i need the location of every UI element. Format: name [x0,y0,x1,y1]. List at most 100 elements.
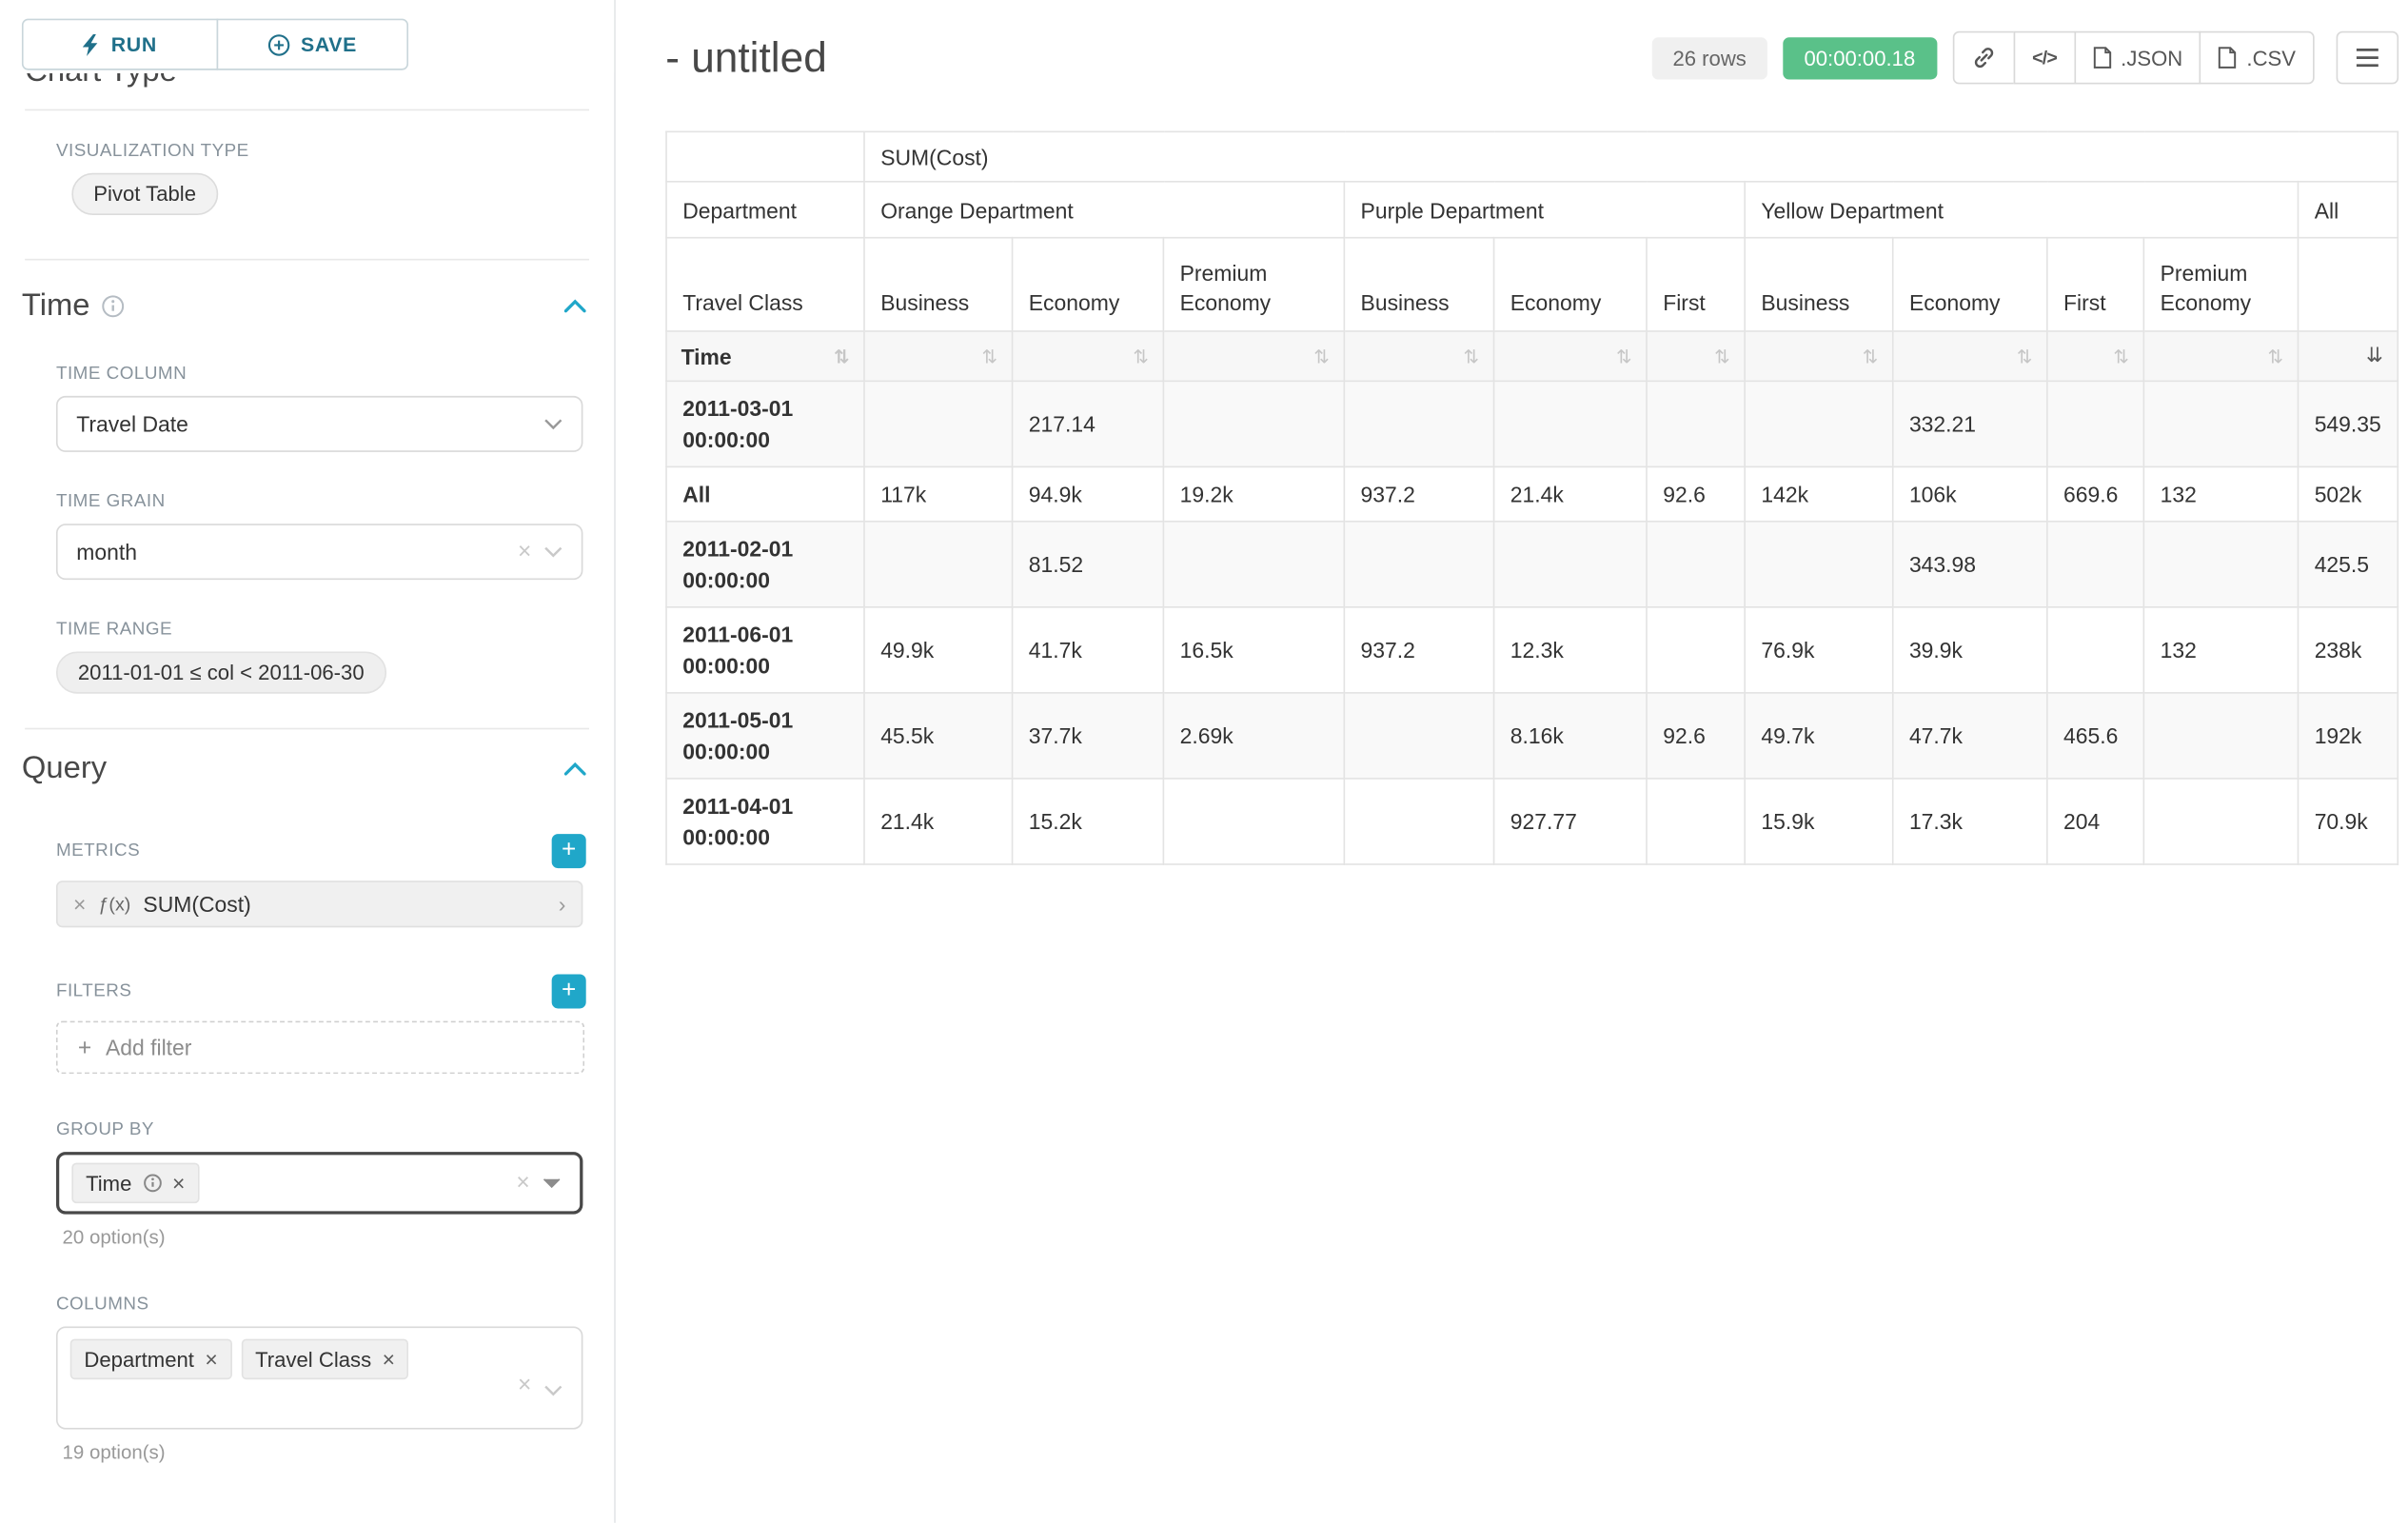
sort-cell: ⇅ [2143,331,2298,381]
table-cell: 192k [2298,693,2398,779]
table-cell: 132 [2143,466,2298,521]
collapse-section-icon[interactable] [564,299,586,313]
file-icon [2093,47,2112,69]
sort-icon[interactable]: ⇅ [2113,346,2128,366]
class-header-cell: First [2047,238,2144,331]
chevron-down-icon [543,1177,562,1189]
time-grain-select[interactable]: month × [56,524,582,580]
collapse-section-icon[interactable] [564,762,586,777]
metrics-label: METRICS [56,841,140,860]
sort-icon[interactable]: ⇅ [1863,346,1878,366]
save-button[interactable]: SAVE [217,19,408,70]
table-cell [2143,522,2298,607]
table-cell: 204 [2047,779,2144,864]
travel-class-header-cell: Travel Class [666,238,864,331]
sort-cell: ⇅ [1745,331,1893,381]
sort-icon[interactable]: ⇅ [1313,346,1329,366]
sort-icon[interactable]: ⇅ [2267,346,2282,366]
columns-select[interactable]: Department × Travel Class × × [56,1327,582,1430]
code-icon: </> [2032,47,2057,69]
row-header: 2011-05-01 00:00:00 [666,693,864,779]
add-metric-button[interactable]: + [552,834,586,868]
sort-icon[interactable]: ⇅ [1714,346,1729,366]
department-header-cell: Department [666,182,864,238]
table-cell [1344,693,1493,779]
metric-value: SUM(Cost) [143,892,250,917]
clear-icon[interactable]: × [516,1170,529,1197]
short-link-button[interactable] [1953,31,2016,85]
save-label: SAVE [301,32,357,56]
run-button[interactable]: RUN [22,19,218,70]
columns-label: COLUMNS [56,1296,582,1315]
export-json-button[interactable]: .JSON [2074,31,2201,85]
remove-metric-icon[interactable]: × [73,892,86,917]
chevron-right-icon[interactable]: › [559,892,566,917]
visualization-type-chip[interactable]: Pivot Table [71,173,218,215]
sort-cell: ⇅ [1344,331,1493,381]
sort-icon[interactable]: ⇅ [1464,346,1479,366]
query-timer-badge: 00:00:00.18 [1783,36,1938,78]
metric-chip[interactable]: × ƒ(x) SUM(Cost) › [56,880,582,927]
chart-toolbar: 26 rows 00:00:00.18 </> [1652,31,2398,85]
sort-icon[interactable]: ⇅ [1616,346,1631,366]
column-chip[interactable]: Travel Class × [241,1339,408,1380]
class-header-cell: Economy [1893,238,2047,331]
time-section-title: Time [22,288,90,325]
add-filter-plus-button[interactable]: + [552,974,586,1008]
remove-chip-icon[interactable]: × [205,1348,217,1370]
column-info-icon [143,1174,162,1193]
sort-icon[interactable]: ⇅ [2017,346,2032,366]
sort-icon[interactable]: ⇅ [982,346,997,366]
clear-icon[interactable]: × [518,539,531,565]
menu-button[interactable] [2337,31,2399,85]
lightning-icon [83,33,100,55]
table-cell: 39.9k [1893,607,2047,693]
export-button-group: </> .JSON .CSV [1953,31,2315,85]
table-cell: 94.9k [1013,466,1164,521]
remove-chip-icon[interactable]: × [172,1172,185,1194]
visualization-type-label: VISUALIZATION TYPE [56,142,582,161]
table-cell: 17.3k [1893,779,2047,864]
table-cell: 76.9k [1745,607,1893,693]
sort-cell: ⇅ [1494,331,1647,381]
csv-label: .CSV [2246,46,2296,69]
sort-icon[interactable]: ⇅ [1133,346,1148,366]
table-cell [1745,522,1893,607]
table-cell: 2.69k [1163,693,1344,779]
sort-icon[interactable]: ⇅ [834,346,849,366]
table-cell [1494,381,1647,466]
row-header: 2011-04-01 00:00:00 [666,779,864,864]
control-panel: RUN SAVE Chart Type VISUALIZATION TYPE P… [0,0,616,1523]
table-cell [2143,693,2298,779]
table-cell [864,522,1013,607]
table-cell: 465.6 [2047,693,2144,779]
table-cell: 19.2k [1163,466,1344,521]
clear-icon[interactable]: × [518,1372,531,1398]
table-cell: 21.4k [864,779,1013,864]
view-query-button[interactable]: </> [2013,31,2075,85]
table-cell [2047,607,2144,693]
class-header-cell: Business [1344,238,1493,331]
group-by-options-count: 20 option(s) [63,1227,615,1249]
time-column-select[interactable]: Travel Date [56,396,582,452]
run-label: RUN [111,32,157,56]
sort-cell: ⇅ [2047,331,2144,381]
column-chip[interactable]: Department × [70,1339,232,1380]
json-label: .JSON [2121,46,2182,69]
table-cell: 549.35 [2298,381,2398,466]
remove-chip-icon[interactable]: × [383,1348,395,1370]
sort-descending-icon[interactable]: ⇊ [2366,346,2383,366]
chevron-down-icon [543,418,563,430]
chart-header: - untitled 26 rows 00:00:00.18 </> [665,31,2398,85]
class-header-cell: Economy [1494,238,1647,331]
chevron-down-icon [543,1376,563,1404]
divider [25,109,589,111]
group-by-select[interactable]: Time × × [56,1152,582,1215]
chart-title[interactable]: - untitled [665,33,827,82]
time-range-chip[interactable]: 2011-01-01 ≤ col < 2011-06-30 [56,651,386,693]
class-header-cell: Business [1745,238,1893,331]
export-csv-button[interactable]: .CSV [2200,31,2314,85]
pivot-table: SUM(Cost) Department Orange Department P… [665,131,2398,865]
add-filter-button[interactable]: + Add filter [56,1021,584,1075]
group-by-chip[interactable]: Time × [71,1163,199,1204]
